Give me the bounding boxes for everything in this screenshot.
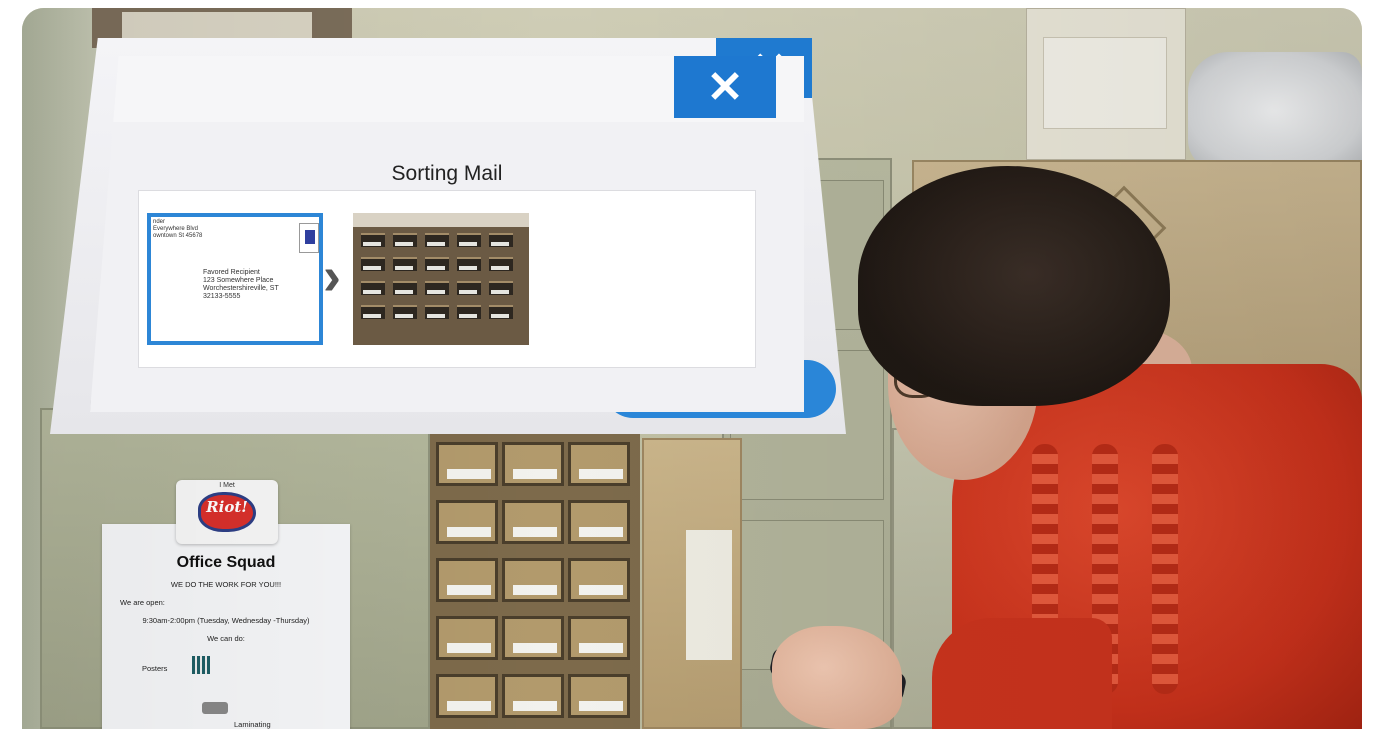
cardboard-box-small <box>642 438 742 729</box>
plastic-bag <box>1188 52 1362 170</box>
dialog-title: Sorting Mail <box>391 162 503 185</box>
person-hand <box>772 626 902 729</box>
sign-line: Laminating <box>234 720 271 729</box>
sorting-mail-dialog: ✕ Sorting Mail nder Everywhere Blvd ownt… <box>90 56 804 412</box>
envelope-image[interactable]: nder Everywhere Blvd owntown St 45678 Fa… <box>147 213 323 345</box>
person-arm <box>932 618 1112 729</box>
task-card-area: nder Everywhere Blvd owntown St 45678 Fa… <box>138 190 756 368</box>
poster-box <box>1026 8 1186 160</box>
envelope-sender: nder Everywhere Blvd owntown St 45678 <box>153 219 203 239</box>
laminator-icon <box>202 702 228 714</box>
office-squad-sign: Office Squad WE DO THE WORK FOR YOU!!! W… <box>102 524 350 729</box>
stamp-icon <box>299 223 319 253</box>
mail-sorter-photo[interactable] <box>353 213 529 345</box>
qr-icon <box>192 656 210 674</box>
sign-line: 9:30am-2:00pm (Tuesday, Wednesday -Thurs… <box>142 616 310 625</box>
mail-sorter-shelf <box>430 432 640 729</box>
close-button[interactable]: ✕ <box>674 56 776 118</box>
envelope-recipient: Favored Recipient 123 Somewhere Place Wo… <box>203 269 279 300</box>
sign-line: We are open: <box>120 598 165 607</box>
riot-logo: I Met Riot! <box>176 480 278 544</box>
sign-line: WE DO THE WORK FOR YOU!!! <box>170 580 282 589</box>
chevron-right-icon: › <box>323 246 341 306</box>
sign-line: We can do: <box>207 634 245 643</box>
close-icon: ✕ <box>706 62 744 112</box>
sign-title: Office Squad <box>176 554 276 571</box>
